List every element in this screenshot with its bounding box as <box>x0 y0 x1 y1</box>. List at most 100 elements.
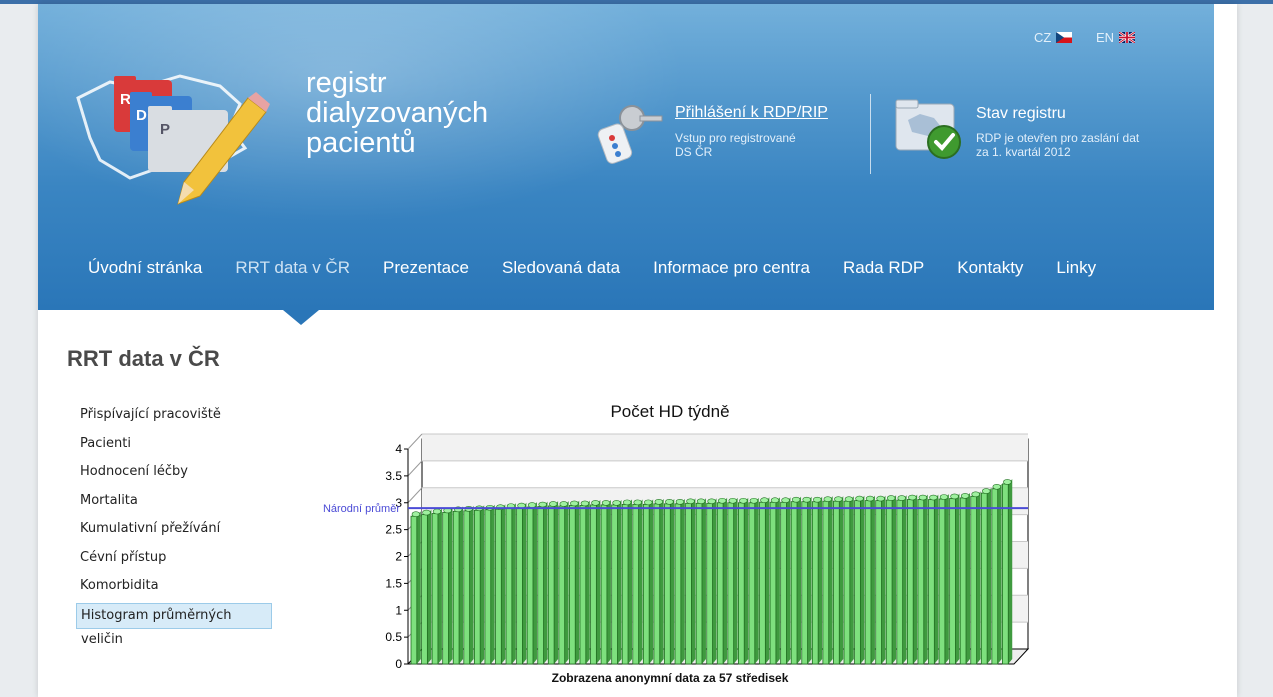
svg-text:D: D <box>136 107 147 124</box>
chart-bar-side <box>670 498 675 664</box>
y-tick-label: 2 <box>395 550 402 564</box>
sidebar-item-prispivajici-pracoviste[interactable]: Přispívající pracoviště <box>76 401 276 430</box>
chart-bar-body <box>801 501 808 665</box>
chart-bar-side <box>955 493 960 664</box>
chart-bar-body <box>970 495 977 665</box>
chart-bar-body <box>632 503 639 665</box>
nav-item-informace-pro-centra[interactable]: Informace pro centra <box>653 258 810 278</box>
chart-bar-top <box>411 511 421 517</box>
chart-bar <box>970 491 981 665</box>
chart-bar <box>801 496 812 665</box>
chart-bar-body <box>484 509 492 665</box>
chart-bar <box>590 499 601 665</box>
chart-bar <box>495 504 506 665</box>
chart-bar-top <box>559 501 568 507</box>
chart-bar-top <box>929 494 938 501</box>
sidebar-item-kumulativni-prezivani[interactable]: Kumulativní přežívání <box>76 515 276 544</box>
chart-bar-side <box>585 500 590 664</box>
chart-bar-top <box>601 500 611 506</box>
chart-bar-top <box>654 499 664 505</box>
nav-item-kontakty[interactable]: Kontakty <box>957 258 1023 278</box>
chart-bar-side <box>628 499 633 664</box>
nav-item-rada-rdp[interactable]: Rada RDP <box>843 258 924 278</box>
chart-bar-side <box>712 498 717 664</box>
chart-bar-side <box>807 496 812 664</box>
login-link[interactable]: Přihlášení k RDP/RIP <box>675 104 828 122</box>
chart-bar-body <box>938 498 946 665</box>
chart-bar-body <box>949 498 956 665</box>
sidebar-item-hodnoceni-lecby[interactable]: Hodnocení léčby <box>76 458 276 487</box>
chart-bar-body <box>875 500 882 665</box>
chart-bar-side <box>617 499 622 664</box>
chart-bar-top <box>982 488 991 494</box>
chart-bar-body <box>991 488 999 665</box>
chart-bar-side <box>691 498 696 664</box>
chart-bar-body <box>590 504 597 665</box>
chart-bar-side <box>554 500 559 664</box>
y-tick-label: 0.5 <box>385 630 402 644</box>
chart-bar <box>833 496 844 665</box>
chart-bar-top <box>971 491 980 498</box>
sidebar-item-pacienti[interactable]: Pacienti <box>76 430 276 459</box>
chart-bar-top <box>633 499 642 506</box>
nav-item-linky[interactable]: Linky <box>1056 258 1096 278</box>
nav-item-prezentace[interactable]: Prezentace <box>383 258 469 278</box>
chart-bar-body <box>664 503 671 665</box>
chart-bar <box>558 500 569 665</box>
chart-bar <box>790 496 802 665</box>
chart-bar-top <box>950 493 959 500</box>
chart-bar-side <box>490 504 495 664</box>
keys-icon[interactable] <box>594 98 666 170</box>
chart-bar-side <box>596 499 601 664</box>
chart-bar-body <box>452 510 460 665</box>
chart-bar <box>463 505 474 665</box>
chart-bar-body <box>421 514 428 665</box>
chart-bar-body <box>600 504 608 665</box>
nav-item-rrt-data[interactable]: RRT data v ČR <box>235 258 350 278</box>
rdp-logo-icon[interactable]: R D P <box>70 68 290 208</box>
chart-bar <box>442 507 453 665</box>
sidebar-item-histogram[interactable]: Histogram průměrných veličin <box>76 602 272 647</box>
chart-bar-body <box>854 500 861 665</box>
chart-bar-body <box>674 503 682 665</box>
y-tick-label: 1.5 <box>385 576 402 590</box>
nav-item-sledovana-data[interactable]: Sledovaná data <box>502 258 620 278</box>
chart-bar-body <box>442 512 449 665</box>
chart-bar-body <box>906 499 914 665</box>
chart-bar-top <box>960 493 970 499</box>
sidebar-menu: Přispívající pracoviště Pacienti Hodnoce… <box>76 401 276 647</box>
chart-bar-side <box>744 497 749 664</box>
chart-bar <box>738 497 749 665</box>
chart-bar-top <box>760 497 769 504</box>
chart-bar <box>885 495 897 665</box>
sidebar-item-mortalita[interactable]: Mortalita <box>76 487 276 516</box>
chart-bar <box>526 502 537 665</box>
chart-bar-side <box>723 497 728 664</box>
chart-bar <box>452 506 464 665</box>
brand-title[interactable]: registr dialyzovaných pacientů <box>306 68 488 158</box>
chart-bar-top <box>644 499 653 506</box>
registry-status-title: Stav registru <box>976 105 1066 122</box>
chart-bar <box>569 500 580 665</box>
y-tick-label: 0 <box>395 657 402 671</box>
lang-cz-link[interactable]: CZ <box>1034 30 1073 45</box>
brand-line-2: dialyzovaných <box>306 97 489 129</box>
chart-bar-top <box>844 496 854 502</box>
chart-bar-body <box>547 505 555 665</box>
chart-bar-top <box>823 496 833 502</box>
chart-bar <box>706 498 717 665</box>
status-sub-line-2: za 1. kvartál 2012 <box>976 145 1071 159</box>
registry-status-subtitle: RDP je otevřen pro zaslání dat za 1. kva… <box>976 131 1176 159</box>
chart-bar-body <box>526 506 534 665</box>
chart-bar-top <box>686 498 695 505</box>
sidebar-item-cevni-pristup[interactable]: Cévní přístup <box>76 544 276 573</box>
chart-bar-side <box>987 488 992 664</box>
lang-en-link[interactable]: EN <box>1096 30 1136 45</box>
nav-item-uvodni-stranka[interactable]: Úvodní stránka <box>88 258 202 278</box>
chart-bar-body <box>558 505 566 665</box>
chart-bar-body <box>727 502 735 665</box>
header-divider <box>870 94 871 174</box>
sidebar-item-komorbidita[interactable]: Komorbidita <box>76 572 276 601</box>
chart-bar-body <box>537 506 544 665</box>
chart-bar-body <box>811 501 819 665</box>
